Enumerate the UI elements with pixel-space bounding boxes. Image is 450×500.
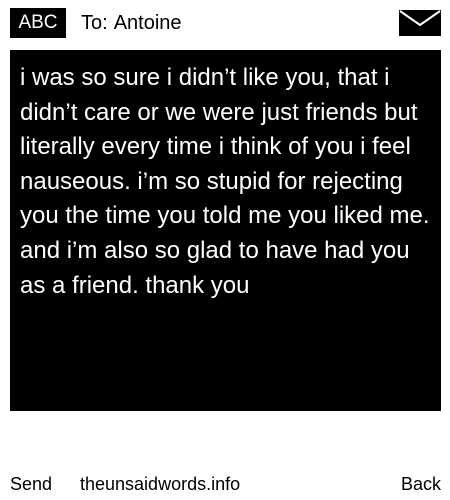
input-mode-badge[interactable]: ABC xyxy=(10,8,66,38)
softkey-bar: Send theunsaidwords.info Back xyxy=(0,470,450,498)
site-credit: theunsaidwords.info xyxy=(80,474,241,494)
message-body-area[interactable]: i was so sure i didn’t like you, that i … xyxy=(10,50,441,411)
mail-envelope-icon xyxy=(399,10,441,36)
mail-envelope-icon-graphic xyxy=(399,10,441,36)
compose-header: ABC To: Antoine xyxy=(0,0,450,46)
back-softkey[interactable]: Back xyxy=(401,470,441,498)
message-text: i was so sure i didn’t like you, that i … xyxy=(20,64,430,299)
recipient-name: Antoine xyxy=(113,12,182,34)
recipient-line[interactable]: To: Antoine xyxy=(81,10,182,36)
to-label: To: xyxy=(81,12,108,34)
send-softkey[interactable]: Send xyxy=(10,470,52,498)
